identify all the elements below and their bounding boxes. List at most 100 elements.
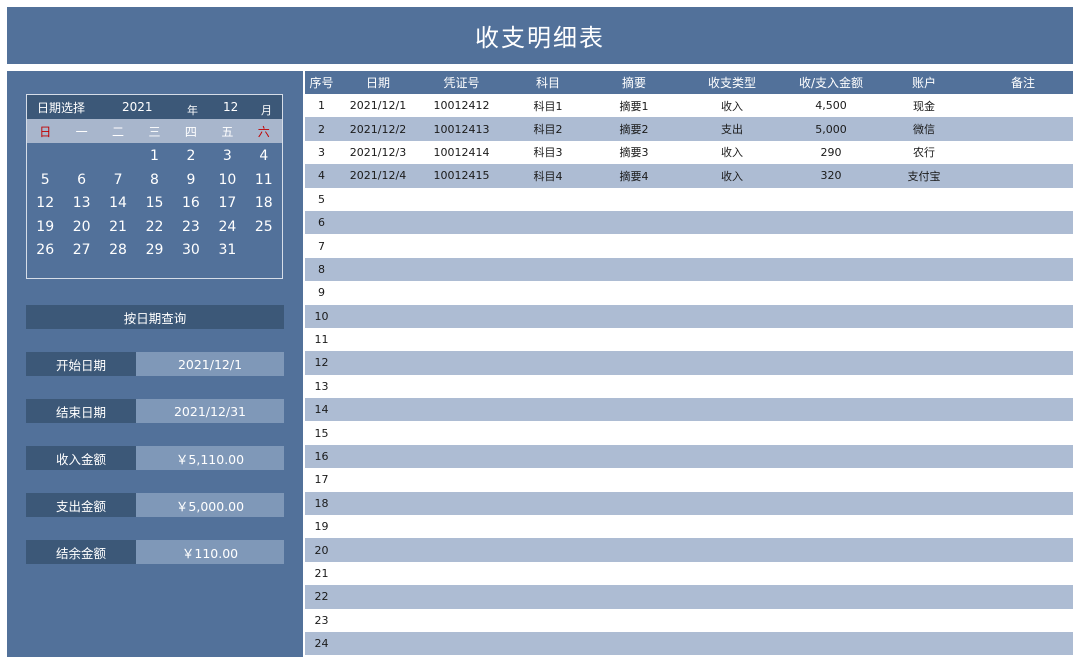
table-cell[interactable] xyxy=(677,468,787,492)
table-cell[interactable] xyxy=(505,327,591,352)
calendar-day[interactable]: 18 xyxy=(246,192,282,216)
table-cell[interactable] xyxy=(505,210,591,235)
table-cell[interactable] xyxy=(338,398,418,422)
table-cell[interactable] xyxy=(677,538,787,562)
calendar-day[interactable]: 3 xyxy=(209,145,245,169)
table-cell[interactable] xyxy=(418,257,505,282)
table-cell[interactable] xyxy=(591,561,677,586)
table-cell[interactable] xyxy=(418,491,505,516)
calendar-day[interactable]: 15 xyxy=(136,192,172,216)
table-cell[interactable]: 收入 xyxy=(677,94,787,118)
table-cell[interactable] xyxy=(505,187,591,211)
table-cell[interactable] xyxy=(787,468,875,492)
table-cell[interactable] xyxy=(677,257,787,282)
table-cell[interactable] xyxy=(418,304,505,328)
table-cell[interactable] xyxy=(787,585,875,609)
table-cell[interactable] xyxy=(338,351,418,375)
table-cell[interactable] xyxy=(973,585,1073,609)
table-cell[interactable] xyxy=(591,468,677,492)
table-cell[interactable] xyxy=(338,304,418,328)
table-cell[interactable]: 现金 xyxy=(875,94,973,118)
table-cell[interactable] xyxy=(418,421,505,445)
calendar-day[interactable]: 5 xyxy=(27,169,63,193)
table-cell[interactable] xyxy=(973,210,1073,235)
table-cell[interactable] xyxy=(677,351,787,375)
end-date-value[interactable]: 2021/12/31 xyxy=(136,399,284,423)
table-cell[interactable]: 支付宝 xyxy=(875,164,973,188)
table-cell[interactable]: 17 xyxy=(305,468,338,492)
table-cell[interactable] xyxy=(973,94,1073,118)
table-cell[interactable] xyxy=(591,351,677,375)
calendar-day[interactable]: 1 xyxy=(136,145,172,169)
table-cell[interactable]: 5,000 xyxy=(787,117,875,141)
table-cell[interactable] xyxy=(338,468,418,492)
year-select[interactable]: 2021 xyxy=(122,100,153,114)
table-cell[interactable]: 22 xyxy=(305,585,338,609)
table-cell[interactable] xyxy=(338,608,418,632)
table-cell[interactable] xyxy=(591,281,677,305)
table-cell[interactable]: 15 xyxy=(305,421,338,445)
table-cell[interactable] xyxy=(591,210,677,235)
table-cell[interactable] xyxy=(677,304,787,328)
table-cell[interactable] xyxy=(591,304,677,328)
calendar-day[interactable]: 4 xyxy=(246,145,282,169)
table-cell[interactable] xyxy=(338,327,418,352)
calendar-day[interactable]: 23 xyxy=(173,216,209,240)
table-cell[interactable] xyxy=(338,281,418,305)
table-cell[interactable] xyxy=(418,561,505,586)
start-date-value[interactable]: 2021/12/1 xyxy=(136,352,284,376)
table-cell[interactable] xyxy=(505,491,591,516)
table-cell[interactable] xyxy=(338,561,418,586)
table-cell[interactable]: 2021/12/3 xyxy=(338,140,418,165)
table-cell[interactable] xyxy=(505,234,591,258)
table-cell[interactable]: 3 xyxy=(305,140,338,165)
table-cell[interactable]: 2021/12/1 xyxy=(338,94,418,118)
table-cell[interactable] xyxy=(505,561,591,586)
table-cell[interactable] xyxy=(973,164,1073,188)
table-cell[interactable] xyxy=(338,421,418,445)
calendar-day[interactable]: 28 xyxy=(100,239,136,263)
calendar-day[interactable]: 20 xyxy=(63,216,99,240)
table-cell[interactable] xyxy=(973,257,1073,282)
table-cell[interactable] xyxy=(677,444,787,469)
calendar-day[interactable]: 12 xyxy=(27,192,63,216)
table-cell[interactable] xyxy=(338,234,418,258)
table-cell[interactable] xyxy=(875,631,973,656)
table-cell[interactable] xyxy=(418,210,505,235)
table-cell[interactable] xyxy=(787,631,875,656)
table-cell[interactable] xyxy=(418,398,505,422)
calendar-day[interactable]: 11 xyxy=(246,169,282,193)
table-cell[interactable] xyxy=(875,210,973,235)
table-cell[interactable]: 9 xyxy=(305,281,338,305)
table-cell[interactable] xyxy=(591,631,677,656)
calendar-day[interactable]: 21 xyxy=(100,216,136,240)
calendar-day[interactable]: 13 xyxy=(63,192,99,216)
table-cell[interactable]: 1 xyxy=(305,94,338,118)
table-cell[interactable] xyxy=(677,421,787,445)
table-cell[interactable]: 10 xyxy=(305,304,338,328)
table-cell[interactable] xyxy=(875,538,973,562)
table-cell[interactable] xyxy=(973,444,1073,469)
table-cell[interactable] xyxy=(418,608,505,632)
table-cell[interactable]: 8 xyxy=(305,257,338,282)
table-cell[interactable] xyxy=(338,631,418,656)
calendar-day[interactable]: 19 xyxy=(27,216,63,240)
table-cell[interactable] xyxy=(418,444,505,469)
table-cell[interactable] xyxy=(787,491,875,516)
table-cell[interactable] xyxy=(418,374,505,399)
table-cell[interactable]: 2 xyxy=(305,117,338,141)
table-cell[interactable] xyxy=(973,374,1073,399)
table-cell[interactable] xyxy=(505,374,591,399)
table-cell[interactable] xyxy=(787,444,875,469)
table-cell[interactable] xyxy=(591,585,677,609)
table-cell[interactable]: 农行 xyxy=(875,140,973,165)
table-cell[interactable]: 4 xyxy=(305,164,338,188)
table-cell[interactable]: 摘要1 xyxy=(591,94,677,118)
table-cell[interactable] xyxy=(677,585,787,609)
calendar-day[interactable]: 17 xyxy=(209,192,245,216)
table-cell[interactable] xyxy=(338,187,418,211)
table-cell[interactable] xyxy=(418,281,505,305)
table-cell[interactable] xyxy=(875,257,973,282)
table-cell[interactable] xyxy=(505,351,591,375)
table-cell[interactable] xyxy=(505,515,591,539)
